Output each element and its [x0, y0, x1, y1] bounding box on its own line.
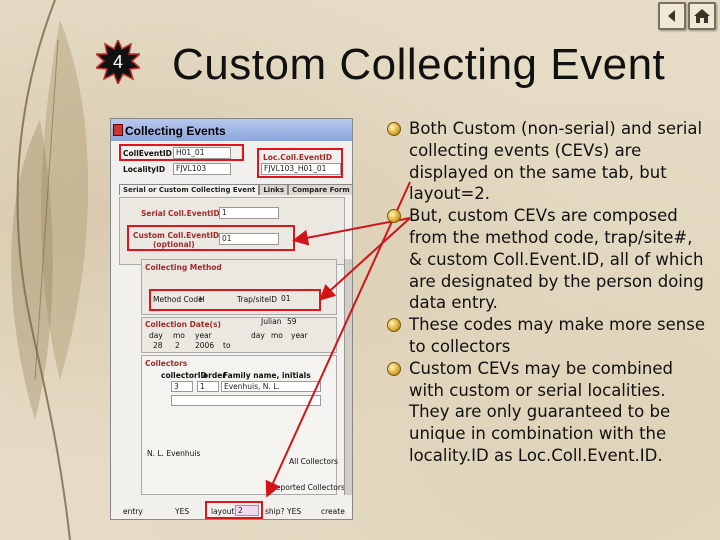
bullet-text: But, custom CEVs are composed from the m… — [409, 206, 704, 313]
locality-id-label: LocalityID — [123, 165, 166, 174]
home-button[interactable] — [688, 2, 716, 30]
slide-title: Custom Collecting Event — [172, 40, 666, 89]
bullet-item: But, custom CEVs are composed from the m… — [385, 205, 705, 314]
home-icon — [694, 9, 710, 23]
bullet-text: Both Custom (non-serial) and serial coll… — [409, 119, 703, 204]
to-label: to — [223, 341, 231, 350]
form-scrollbar[interactable] — [344, 259, 352, 495]
highlight-loc-coll-event-id — [257, 148, 343, 178]
bullet-dot-icon — [387, 209, 401, 224]
footer-entry-label: entry — [123, 507, 143, 516]
julian-label: Julian — [261, 317, 282, 326]
app-logo-icon — [113, 124, 123, 136]
tab-compare-form[interactable]: Compare Form — [288, 184, 352, 195]
back-button[interactable] — [658, 2, 686, 30]
julian-value: 59 — [287, 317, 297, 326]
footer-create-label: create — [321, 507, 345, 516]
bullet-dot-icon — [387, 122, 401, 136]
slide-number-badge: 4 — [94, 38, 142, 86]
leaf-decoration — [11, 0, 89, 540]
locality-id-field[interactable]: FJVL103 — [173, 163, 231, 175]
serial-label: Serial Coll.EventID — [141, 209, 220, 218]
form-header: Collecting Events — [111, 119, 352, 141]
year-value: 2006 — [195, 341, 215, 350]
form-tabs: Serial or Custom Collecting Event Links … — [119, 184, 352, 195]
form-title: Collecting Events — [125, 124, 226, 138]
mo-label: mo — [173, 331, 185, 340]
year-label: year — [195, 331, 212, 340]
day-value: 28 — [153, 341, 163, 350]
collector-row-id[interactable]: 3 — [171, 381, 193, 392]
all-collectors-label: All Collectors — [289, 457, 338, 466]
day-to-label: day — [251, 331, 265, 340]
collectors-header: Collectors — [145, 359, 188, 368]
dates-header: Collection Date(s) — [145, 320, 221, 329]
year-to-label: year — [291, 331, 308, 340]
method-header: Collecting Method — [145, 263, 222, 272]
day-label: day — [149, 331, 163, 340]
tab-links[interactable]: Links — [259, 184, 288, 195]
collector-row-empty[interactable] — [171, 395, 321, 406]
bullet-item: Both Custom (non-serial) and serial coll… — [385, 118, 705, 205]
mo-to-label: mo — [271, 331, 283, 340]
slide-navigation — [658, 2, 716, 30]
col-family: Family name, initials — [223, 371, 311, 380]
bullet-text: These codes may make more sense to colle… — [409, 315, 705, 356]
footer-ship-label: ship? — [265, 507, 285, 516]
highlight-layout — [205, 501, 263, 519]
collector-row-name[interactable]: Evenhuis, N. L. — [221, 381, 321, 392]
highlight-method-trap — [149, 289, 321, 311]
footer-yes2-label: YES — [287, 507, 302, 516]
back-arrow-icon — [668, 10, 675, 22]
bullet-text: Custom CEVs may be combined with custom … — [409, 358, 673, 465]
tab-serial-custom[interactable]: Serial or Custom Collecting Event — [119, 184, 260, 195]
slide-number: 4 — [112, 51, 123, 72]
serial-field[interactable]: 1 — [219, 207, 279, 219]
collector-summary: N. L. Evenhuis — [147, 449, 201, 458]
highlight-coll-event-id — [119, 144, 244, 161]
bullet-dot-icon — [387, 361, 401, 376]
mo-value: 2 — [175, 341, 180, 350]
collector-row-order[interactable]: 1 — [197, 381, 219, 392]
bullet-dot-icon — [387, 318, 401, 333]
reported-collectors-label: Reported Collectors — [271, 483, 345, 492]
highlight-custom-coll-event-id — [127, 225, 295, 251]
bullet-item: These codes may make more sense to colle… — [385, 314, 705, 358]
bullet-item: Custom CEVs may be combined with custom … — [385, 358, 705, 467]
footer-yes-label: YES — [175, 507, 190, 516]
col-collector-id: collectorID — [161, 371, 207, 380]
collecting-events-screenshot: Collecting Events CollEventID H01_01 Loc… — [110, 118, 353, 520]
bullet-list: Both Custom (non-serial) and serial coll… — [385, 118, 705, 467]
